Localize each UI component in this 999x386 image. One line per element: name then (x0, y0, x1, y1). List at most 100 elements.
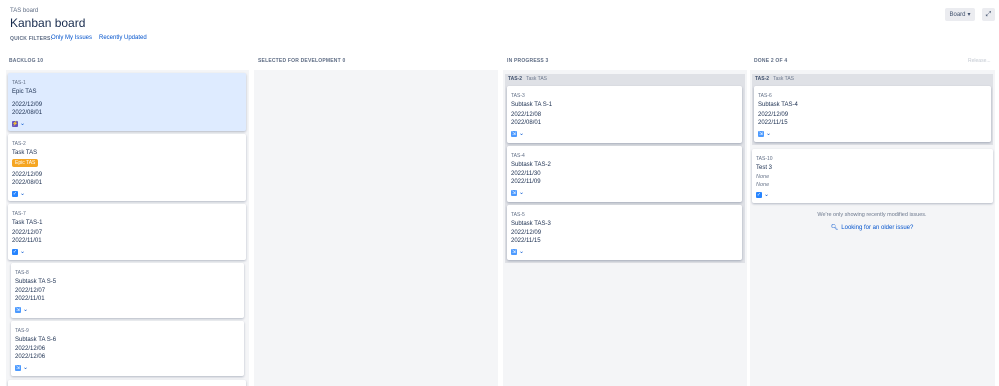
issue-key: TAS-1 (12, 80, 26, 86)
issue-card[interactable]: TAS-3 Subtask TA S-1 2022/12/08 2022/08/… (507, 86, 742, 143)
issue-summary: Epic TAS (12, 89, 37, 95)
subtask-icon: ⇲ (511, 131, 517, 137)
search-icon: 🔍︎ (830, 225, 839, 231)
swimlane-header[interactable]: TAS-2 Task TAS (505, 74, 745, 84)
board-header: TAS board Kanban board QUICK FILTERS: On… (0, 0, 999, 50)
issue-key: TAS-3 (511, 93, 525, 99)
issue-summary: Task TAS (12, 150, 38, 156)
issue-date: 2022/12/09 (758, 112, 789, 118)
chevron-down-icon[interactable]: ⌄ (519, 249, 525, 255)
issue-card[interactable]: TAS-6 Subtask TAS-4 2022/12/09 2022/11/1… (754, 86, 991, 142)
recent-issues-notice: We're only showing recently modified iss… (817, 212, 927, 218)
issue-date: 2022/08/01 (12, 180, 43, 186)
epic-icon: ⚡ (12, 121, 19, 127)
issue-summary: Task TAS-1 (12, 220, 43, 226)
issue-card[interactable]: TAS-8 Subtask TA S-5 2022/12/07 2022/11/… (11, 263, 244, 318)
issue-date: 2022/12/08 (511, 112, 542, 118)
issue-summary: Subtask TA S-6 (15, 337, 57, 343)
board-button-label: Board (949, 11, 966, 18)
issue-card[interactable]: TAS-7 Task TAS-1 2022/12/07 2022/11/01 ✓… (8, 204, 246, 260)
issue-date: None (756, 182, 770, 188)
issue-date: 2022/12/09 (12, 102, 43, 108)
issue-date: 2022/11/15 (511, 238, 541, 244)
issue-date: 2022/08/01 (511, 120, 542, 126)
issue-date: 2022/11/01 (12, 238, 42, 244)
subtask-icon: ⇲ (511, 190, 517, 196)
task-icon: ✓ (12, 249, 18, 255)
issue-date: 2022/11/09 (511, 179, 541, 185)
issue-date: 2022/12/06 (15, 346, 46, 352)
column-header-selected: SELECTED FOR DEVELOPMENT 0 (258, 58, 346, 64)
quick-filters-label: QUICK FILTERS: (10, 36, 53, 42)
column-selected-for-development (254, 70, 498, 386)
swimlane-header[interactable]: TAS-2 Task TAS (752, 74, 993, 84)
issue-card[interactable]: TAS-5 Subtask TAS-3 2022/12/09 2022/11/1… (507, 205, 742, 260)
expand-icon[interactable]: ⤢ (982, 8, 995, 21)
subtask-icon: ⇲ (758, 131, 764, 137)
issue-summary: Test 3 (756, 165, 773, 171)
older-issue-label: Looking for an older issue? (841, 225, 914, 231)
issue-card[interactable]: TAS-1 Epic TAS 2022/12/09 2022/08/01 ⚡ ⌄ (8, 73, 246, 131)
issue-card[interactable]: TAS-10 Test 3 None None ✓ ⌄ (752, 149, 993, 203)
chevron-down-icon[interactable]: ⌄ (23, 365, 29, 371)
board-menu-button[interactable]: Board ▾ (945, 8, 975, 21)
issue-key: TAS-2 (12, 141, 26, 147)
issue-date: 2022/08/01 (12, 110, 43, 116)
older-issue-link[interactable]: 🔍︎ Looking for an older issue? (752, 224, 992, 231)
release-button[interactable]: Release... (968, 58, 991, 64)
issue-date: 2022/12/09 (511, 230, 542, 236)
issue-date: 2022/12/06 (15, 354, 46, 360)
epic-lozenge: Epic TAS (12, 159, 39, 167)
task-icon: ✓ (12, 191, 18, 197)
issue-card[interactable]: TAS-4 Subtask TAS-2 2022/11/30 2022/11/0… (507, 146, 742, 202)
issue-date: 2022/11/01 (15, 296, 45, 302)
issue-key: TAS-8 (15, 270, 29, 276)
issue-date: 2022/12/07 (12, 230, 43, 236)
chevron-down-icon[interactable]: ⌄ (766, 131, 772, 137)
swimlane-key: TAS-2 (508, 76, 523, 82)
issue-card[interactable]: TAS-9 Subtask TA S-6 2022/12/06 2022/12/… (11, 321, 244, 376)
column-backlog: TAS-1 Epic TAS 2022/12/09 2022/08/01 ⚡ ⌄… (6, 70, 249, 386)
swimlane-key: TAS-2 (755, 76, 770, 82)
chevron-down-icon: ▾ (967, 12, 971, 18)
chevron-down-icon[interactable]: ⌄ (519, 190, 525, 196)
issue-summary: Subtask TA S-1 (511, 102, 553, 108)
chevron-down-icon[interactable]: ⌄ (20, 191, 26, 197)
issue-key: TAS-6 (758, 93, 772, 99)
task-icon: ✓ (756, 192, 762, 198)
column-header-done: DONE 2 OF 4 (754, 58, 788, 64)
subtask-icon: ⇲ (15, 307, 21, 313)
column-header-in-progress: IN PROGRESS 3 (507, 58, 549, 64)
issue-date: 2022/12/07 (15, 288, 46, 294)
swimlane-name: Task TAS (773, 76, 795, 82)
issue-date: 2022/12/09 (12, 172, 43, 178)
issue-key: TAS-10 (756, 156, 773, 162)
issue-key: TAS-5 (511, 212, 525, 218)
issue-key: TAS-7 (12, 211, 26, 217)
chevron-down-icon[interactable]: ⌄ (23, 307, 29, 313)
issue-date: None (756, 174, 770, 180)
issue-summary: Subtask TAS-3 (511, 221, 551, 227)
column-header-backlog: BACKLOG 10 (9, 58, 44, 64)
breadcrumb[interactable]: TAS board (10, 8, 38, 14)
chevron-down-icon[interactable]: ⌄ (764, 192, 770, 198)
chevron-down-icon[interactable]: ⌄ (20, 249, 26, 255)
chevron-down-icon[interactable]: ⌄ (519, 131, 525, 137)
subtask-icon: ⇲ (511, 249, 517, 255)
issue-date: 2022/11/30 (511, 171, 541, 177)
column-in-progress: TAS-2 Task TAS TAS-3 Subtask TA S-1 2022… (503, 70, 747, 386)
issue-card[interactable] (8, 380, 246, 386)
swimlane-name: Task TAS (526, 76, 548, 82)
filter-recently-updated[interactable]: Recently Updated (99, 35, 147, 41)
issue-summary: Subtask TAS-4 (758, 102, 798, 108)
issue-date: 2022/11/15 (758, 120, 788, 126)
subtask-icon: ⇲ (15, 365, 21, 371)
issue-summary: Subtask TAS-2 (511, 162, 551, 168)
issue-key: TAS-9 (15, 328, 29, 334)
issue-summary: Subtask TA S-5 (15, 279, 57, 285)
issue-key: TAS-4 (511, 153, 525, 159)
page-title: Kanban board (10, 16, 86, 30)
issue-card[interactable]: TAS-2 Task TAS Epic TAS 2022/12/09 2022/… (8, 134, 246, 201)
chevron-down-icon[interactable]: ⌄ (20, 121, 26, 127)
filter-only-my-issues[interactable]: Only My Issues (51, 35, 92, 41)
